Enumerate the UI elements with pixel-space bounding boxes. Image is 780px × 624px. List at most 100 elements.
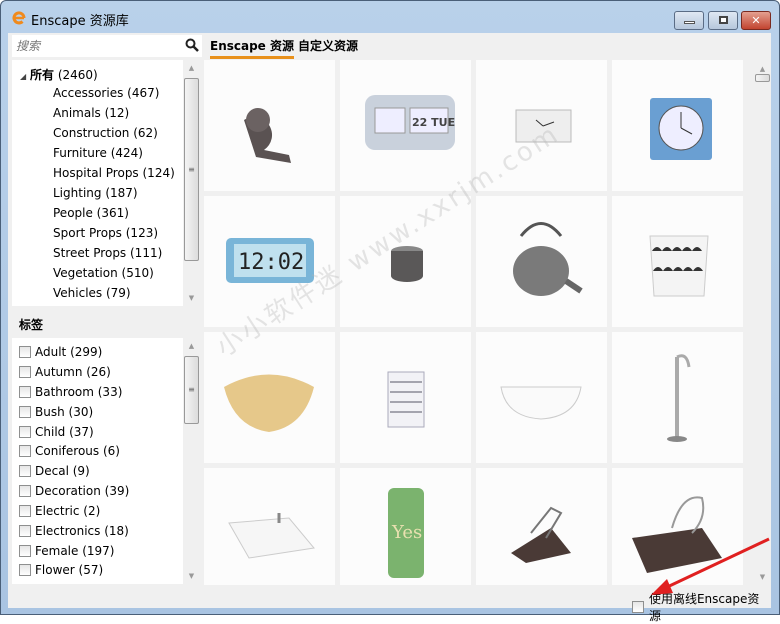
asset-tile[interactable] — [612, 196, 743, 327]
category-item[interactable]: Construction (62) — [53, 126, 158, 140]
tag-checkbox[interactable] — [19, 426, 31, 438]
category-item[interactable]: Vegetation (510) — [53, 266, 154, 280]
category-item[interactable]: Street Props (111) — [53, 246, 162, 260]
tag-item[interactable]: Bush (30) — [19, 405, 93, 419]
asset-tile[interactable] — [476, 468, 607, 585]
asset-grid: 22 TUE 12:02 Yes — [204, 60, 749, 585]
category-item[interactable]: Hospital Props (124) — [53, 166, 175, 180]
category-item[interactable]: Lighting (187) — [53, 186, 138, 200]
category-item[interactable]: Vehicles (79) — [53, 286, 131, 300]
tag-item[interactable]: Child (37) — [19, 425, 94, 439]
asset-tile[interactable]: 22 TUE — [340, 60, 471, 191]
scroll-down-icon[interactable]: ▼ — [754, 573, 771, 581]
search-box — [12, 35, 202, 57]
tag-checkbox[interactable] — [19, 505, 31, 517]
category-item[interactable]: People (361) — [53, 206, 129, 220]
tag-checkbox[interactable] — [19, 485, 31, 497]
clock-text: 22 TUE — [412, 116, 455, 129]
can-text: Yes — [391, 522, 422, 543]
scroll-up-icon[interactable]: ▲ — [183, 342, 200, 350]
asset-thumbnail-sink — [228, 513, 315, 559]
tag-scrollbar[interactable]: ▲ ≡ ▼ — [183, 338, 200, 584]
tag-label: Bathroom (33) — [35, 385, 123, 399]
asset-tile[interactable]: Yes — [340, 468, 471, 585]
tag-label: Decal (9) — [35, 464, 90, 478]
asset-thumbnail-teapot — [513, 222, 583, 296]
tag-item[interactable]: Autumn (26) — [19, 365, 111, 379]
asset-tile[interactable] — [204, 332, 335, 463]
scroll-thumb[interactable]: ≡ — [184, 356, 199, 424]
asset-thumbnail-binder-clip-large — [632, 496, 722, 573]
search-icon[interactable] — [184, 37, 200, 53]
asset-tile[interactable] — [340, 332, 471, 463]
category-item[interactable]: Sport Props (123) — [53, 226, 158, 240]
tag-label: Coniferous (6) — [35, 444, 120, 458]
tag-checkbox[interactable] — [19, 445, 31, 457]
offline-assets-option[interactable]: 使用离线Enscape资源 — [632, 590, 771, 624]
category-root-label: 所有 — [29, 68, 54, 82]
asset-tile[interactable] — [476, 196, 607, 327]
asset-tile[interactable] — [612, 332, 743, 463]
tag-item[interactable]: Female (197) — [19, 544, 114, 558]
offline-assets-checkbox[interactable] — [632, 601, 644, 613]
asset-tile[interactable] — [476, 60, 607, 191]
asset-tile[interactable] — [612, 60, 743, 191]
tag-checkbox[interactable] — [19, 525, 31, 537]
tag-item[interactable]: Decoration (39) — [19, 484, 129, 498]
tag-label: Female (197) — [35, 544, 115, 558]
tag-checkbox[interactable] — [19, 366, 31, 378]
tag-checkbox[interactable] — [19, 386, 31, 398]
scroll-up-icon[interactable]: ▲ — [754, 65, 771, 73]
scroll-down-icon[interactable]: ▼ — [183, 294, 200, 302]
search-input[interactable] — [12, 35, 172, 57]
tag-label: Electric (2) — [35, 504, 101, 518]
tag-checkbox[interactable] — [19, 465, 31, 477]
asset-tile[interactable] — [204, 60, 335, 191]
minimize-button[interactable] — [674, 11, 704, 30]
tag-checkbox[interactable] — [19, 406, 31, 418]
tag-label: Adult (299) — [35, 345, 103, 359]
close-icon: ✕ — [751, 14, 761, 27]
category-scrollbar[interactable]: ▲ ≡ ▼ — [183, 60, 200, 306]
category-item[interactable]: Animals (12) — [53, 106, 129, 120]
tag-label: Flower (57) — [35, 563, 104, 577]
title-bar[interactable]: Enscape 资源库 ✕ — [1, 1, 779, 33]
asset-thumbnail-white-desk-clock — [515, 109, 572, 143]
scroll-thumb[interactable] — [755, 74, 770, 82]
category-item[interactable]: Accessories (467) — [53, 86, 159, 100]
tag-item[interactable]: Coniferous (6) — [19, 444, 120, 458]
expand-triangle-icon[interactable]: ◢ — [20, 72, 26, 81]
asset-tile[interactable]: 12:02 — [204, 196, 335, 327]
tag-item[interactable]: Adult (299) — [19, 345, 102, 359]
asset-tile[interactable] — [476, 332, 607, 463]
window-title: Enscape 资源库 — [31, 14, 129, 29]
clock-text: 12:02 — [238, 250, 304, 275]
close-button[interactable]: ✕ — [741, 11, 771, 30]
category-item[interactable]: Furniture (424) — [53, 146, 143, 160]
tag-checkbox[interactable] — [19, 346, 31, 358]
scroll-thumb[interactable]: ≡ — [184, 78, 199, 261]
tag-item[interactable]: Decal (9) — [19, 464, 90, 478]
scroll-up-icon[interactable]: ▲ — [183, 64, 200, 72]
asset-tile[interactable] — [204, 468, 335, 585]
tag-checkbox[interactable] — [19, 564, 31, 576]
asset-grid-scrollbar[interactable]: ▲ ▼ — [754, 60, 771, 585]
maximize-button[interactable] — [708, 11, 738, 30]
tag-checkbox[interactable] — [19, 545, 31, 557]
tag-item[interactable]: Flower (57) — [19, 563, 103, 577]
tag-label: Bush (30) — [35, 405, 94, 419]
client-area: Enscape 资源 自定义资源 ◢ 所有 (2460) Accessories… — [8, 33, 771, 623]
asset-tile[interactable] — [340, 196, 471, 327]
tag-item[interactable]: Electric (2) — [19, 504, 100, 518]
offline-assets-label: 使用离线Enscape资源 — [648, 592, 760, 623]
asset-tile[interactable] — [612, 468, 743, 585]
scroll-down-icon[interactable]: ▼ — [183, 572, 200, 580]
tab-enscape-assets[interactable]: Enscape 资源 — [210, 37, 295, 59]
category-root[interactable]: ◢ 所有 (2460) — [20, 66, 98, 83]
maximize-icon — [719, 16, 728, 24]
tag-list: Adult (299) Autumn (26) Bathroom (33) Bu… — [12, 338, 200, 584]
tag-item[interactable]: Electronics (18) — [19, 524, 129, 538]
asset-thumbnail-shower-tap — [667, 354, 691, 442]
tag-item[interactable]: Bathroom (33) — [19, 385, 122, 399]
tab-custom-assets[interactable]: 自定义资源 — [298, 37, 358, 56]
